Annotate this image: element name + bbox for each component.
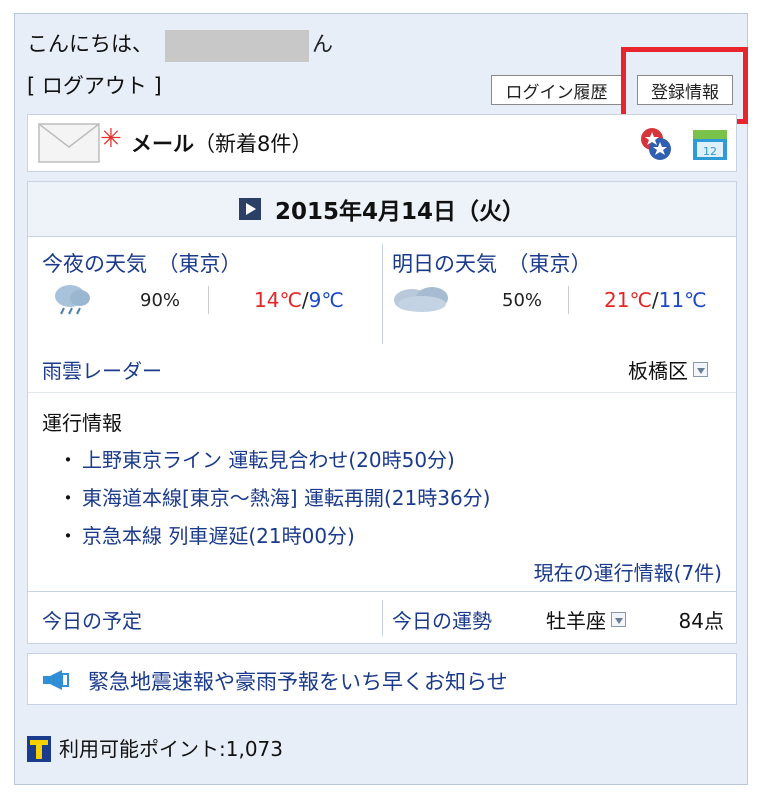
schedule-link[interactable]: 今日の予定 [42,605,142,634]
fortune-score: 84点 [678,609,724,633]
train-time: (20時50分) [348,448,455,472]
play-icon [238,198,261,220]
info-box: 2015年4月14日（火） 今夜の天気 （東京） 90% 14℃/9℃ 明日の天… [27,181,737,644]
mail-count: （新着8件） [194,132,313,156]
tomorrow-high: 21℃ [604,288,652,312]
train-item[interactable]: ・上野東京ライン 運転見合わせ(20時50分) [58,444,455,473]
zodiac-selector[interactable]: 牡羊座 [546,605,626,634]
greeting-text: こんにちは、 [27,32,153,56]
alert-link[interactable]: 緊急地震速報や豪雨予報をいち早くお知らせ [88,666,508,696]
divider [208,286,209,314]
rain-radar-link[interactable]: 雨雲レーダー [42,355,162,384]
temp-slash: / [651,288,659,312]
available-points: 利用可能ポイント:1,073 [59,737,283,761]
train-time: (21時00分) [248,524,355,548]
mail-label: メール [131,132,194,156]
temp-slash: / [301,288,309,312]
zodiac-label: 牡羊座 [546,609,606,633]
ward-selector[interactable]: 板橋区 [628,355,708,384]
train-line: 東海道本線[東京〜熱海] 運転再開 [82,486,384,510]
new-mail-sparkle-icon: ✳ [100,124,122,154]
weather-divider [382,244,383,344]
date-bar[interactable]: 2015年4月14日（火） [28,182,736,237]
train-line: 京急本線 列車遅延 [82,524,249,548]
login-history-button[interactable]: ログイン履歴 [491,75,622,105]
section-divider [28,392,736,393]
tomorrow-low: 11℃ [658,288,707,312]
bullet: ・ [58,524,78,548]
mail-box[interactable]: ✳ メール（新着8件） 12 [27,114,737,172]
my-yahoo-panel: こんにちは、 ん [ ログアウト ] ログイン履歴 登録情報 ✳ メール（新着8… [14,13,748,785]
train-info-title: 運行情報 [42,411,122,435]
registration-info-button[interactable]: 登録情報 [637,75,733,105]
tomorrow-weather-label[interactable]: 明日の天気 （東京） [392,248,592,278]
cloud-icon [394,287,448,312]
tomorrow-precip: 50% [502,290,543,311]
svg-text:12: 12 [703,145,717,158]
tonight-precip: 90% [140,290,181,311]
train-line: 上野東京ライン 運転見合わせ [82,448,349,472]
ward-label: 板橋区 [628,359,688,383]
tomorrow-temps: 21℃/11℃ [604,288,707,312]
envelope-icon [38,123,100,163]
rain-cloud-icon [55,285,90,315]
calendar-icon[interactable]: 12 [692,129,728,161]
train-item[interactable]: ・東海道本線[東京〜熱海] 運転再開(21時36分) [58,482,490,511]
logout-link[interactable]: [ ログアウト ] [27,70,162,100]
divider [568,286,569,314]
schedule-fortune-row: 今日の予定 今日の運勢 牡羊座 84点 [28,591,736,644]
date-text: 2015年4月14日（火） [274,199,526,225]
bullet: ・ [58,448,78,472]
dropdown-arrow-icon [611,612,626,627]
alert-box[interactable]: 緊急地震速報や豪雨予報をいち早くお知らせ [27,653,737,705]
star-badge-icon[interactable] [640,127,672,161]
tonight-low: 9℃ [308,288,344,312]
tonight-high: 14℃ [254,288,302,312]
train-info-more-link[interactable]: 現在の運行情報(7件) [534,557,722,586]
mail-link[interactable]: メール（新着8件） [131,128,312,158]
dropdown-arrow-icon [693,362,708,377]
tonight-temps: 14℃/9℃ [254,288,344,312]
redacted-username [165,30,309,62]
fortune-link[interactable]: 今日の運勢 [392,605,492,634]
t-point-logo-icon [27,736,51,762]
greeting-suffix: ん [312,32,333,56]
tonight-weather-label[interactable]: 今夜の天気 （東京） [42,248,242,278]
train-item[interactable]: ・京急本線 列車遅延(21時00分) [58,520,355,549]
row-divider [382,600,383,636]
bullet: ・ [58,486,78,510]
megaphone-icon [43,670,69,690]
train-time: (21時36分) [383,486,491,510]
